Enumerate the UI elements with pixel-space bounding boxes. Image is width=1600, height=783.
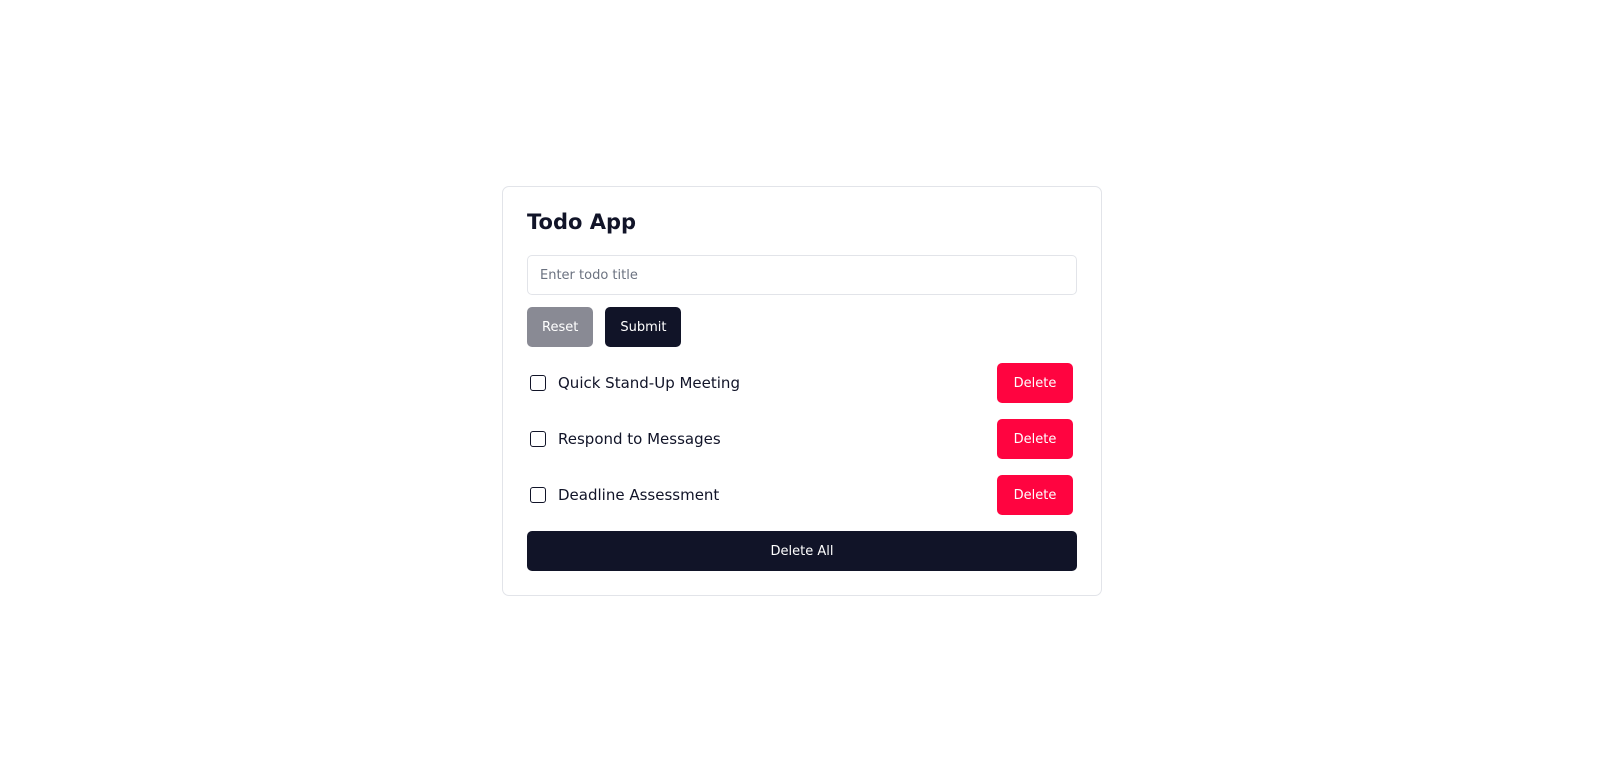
todo-title: Respond to Messages xyxy=(558,430,721,448)
todo-title-input[interactable] xyxy=(527,255,1077,295)
todo-item: Quick Stand-Up Meeting Delete xyxy=(527,363,1077,403)
delete-button[interactable]: Delete xyxy=(997,475,1073,515)
todo-checkbox[interactable] xyxy=(530,487,546,503)
page-title: Todo App xyxy=(527,210,637,234)
todo-title: Quick Stand-Up Meeting xyxy=(558,374,740,392)
delete-all-button[interactable]: Delete All xyxy=(527,531,1077,571)
todo-list: Quick Stand-Up Meeting Delete Respond to… xyxy=(527,363,1077,515)
todo-checkbox[interactable] xyxy=(530,375,546,391)
todo-item: Deadline Assessment Delete xyxy=(527,475,1077,515)
todo-item: Respond to Messages Delete xyxy=(527,419,1077,459)
delete-button[interactable]: Delete xyxy=(997,363,1073,403)
todo-card: Todo App Reset Submit Quick Stand-Up Mee… xyxy=(502,186,1102,596)
todo-title: Deadline Assessment xyxy=(558,486,720,504)
submit-button[interactable]: Submit xyxy=(605,307,682,347)
delete-button[interactable]: Delete xyxy=(997,419,1073,459)
reset-button[interactable]: Reset xyxy=(527,307,594,347)
form-actions: Reset Submit xyxy=(527,307,1077,347)
todo-checkbox[interactable] xyxy=(530,431,546,447)
